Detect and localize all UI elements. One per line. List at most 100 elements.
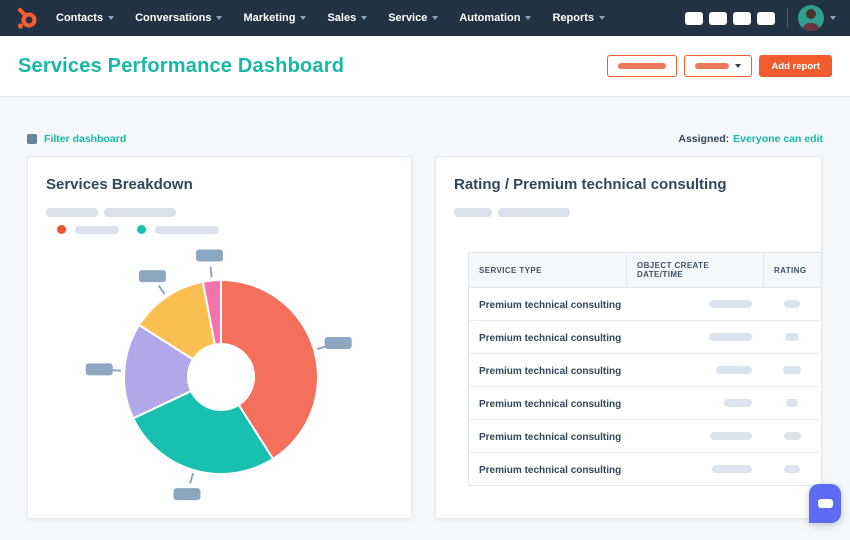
services-breakdown-card: Services Breakdown (27, 156, 412, 519)
nav-item-contacts[interactable]: Contacts (56, 12, 114, 24)
chevron-down-icon (216, 16, 222, 20)
redacted-data-label (196, 250, 223, 262)
nav-item-conversations[interactable]: Conversations (135, 12, 222, 24)
legend-item[interactable] (57, 225, 119, 234)
assigned-info: Assigned:Everyone can edit (678, 133, 823, 145)
chevron-down-icon (361, 16, 367, 20)
nav-item-label: Reports (552, 12, 594, 24)
nav-item-service[interactable]: Service (388, 12, 438, 24)
table-row: Premium technical consulting (469, 354, 822, 387)
dashboard-content: Filter dashboard Assigned:Everyone can e… (0, 97, 850, 519)
table-row: Premium technical consulting (469, 387, 822, 420)
column-header-rating[interactable]: RATING (764, 253, 822, 288)
redacted-date-value (709, 300, 752, 308)
card-title: Services Breakdown (46, 176, 193, 193)
toolbar-icon-1[interactable] (685, 12, 703, 25)
header-actions: Add report (607, 55, 832, 77)
data-label-leader-line (211, 267, 212, 276)
redacted-date-value (710, 432, 752, 440)
nav-item-label: Automation (459, 12, 520, 24)
page-title: Services Performance Dashboard (18, 55, 344, 78)
chevron-down-icon (108, 16, 114, 20)
nav-item-label: Conversations (135, 12, 211, 24)
cell-service-type: Premium technical consulting (479, 432, 621, 443)
page-header: Services Performance Dashboard Add repor… (0, 36, 850, 97)
toolbar-icon-4[interactable] (757, 12, 775, 25)
cell-service-type: Premium technical consulting (479, 399, 621, 410)
add-report-button[interactable]: Add report (759, 55, 832, 77)
redacted-rating-value (783, 366, 801, 374)
redacted-button-label (618, 63, 666, 69)
chevron-down-icon (830, 16, 836, 20)
column-header-create-date[interactable]: OBJECT CREATE DATE/TIME (627, 253, 764, 288)
cards-row: Services Breakdown Rating / Premium tech… (27, 156, 823, 519)
nav-item-reports[interactable]: Reports (552, 12, 605, 24)
nav-item-label: Contacts (56, 12, 103, 24)
toolbar-icon-3[interactable] (733, 12, 751, 25)
redacted-data-label (325, 337, 352, 349)
chevron-down-icon (599, 16, 605, 20)
nav-item-label: Sales (327, 12, 356, 24)
nav-item-label: Service (388, 12, 427, 24)
hubspot-sprocket-icon[interactable] (14, 5, 40, 31)
nav-item-sales[interactable]: Sales (327, 12, 367, 24)
toolbar-icon-2[interactable] (709, 12, 727, 25)
redacted-rating-value (784, 300, 800, 308)
redacted-data-label (86, 363, 113, 375)
cell-service-type: Premium technical consulting (479, 300, 621, 311)
header-action-dropdown[interactable] (684, 55, 752, 77)
redacted-data-label (139, 270, 166, 282)
redacted-rating-value (785, 333, 799, 341)
redacted-date-value (709, 333, 752, 341)
donut-chart (28, 243, 413, 515)
legend-color-dot (57, 225, 66, 234)
column-header-service-type[interactable]: SERVICE TYPE (469, 253, 627, 288)
nav-item-label: Marketing (243, 12, 295, 24)
legend-item[interactable] (137, 225, 219, 234)
cell-service-type: Premium technical consulting (479, 366, 621, 377)
redacted-legend-label (155, 226, 219, 234)
card-subtitle-redacted (454, 208, 570, 217)
filter-row: Filter dashboard Assigned:Everyone can e… (27, 133, 823, 145)
redacted-date-value (724, 399, 752, 407)
data-label-leader-line (190, 474, 193, 483)
card-title: Rating / Premium technical consulting (454, 176, 727, 193)
chat-bubble-icon (818, 499, 833, 508)
redacted-text-bar (104, 208, 176, 217)
redacted-legend-label (75, 226, 119, 234)
chart-legend (57, 225, 219, 234)
avatar-head (806, 9, 816, 19)
card-subtitle-redacted (46, 208, 176, 217)
nav-menu: Contacts Conversations Marketing Sales Servi… (56, 12, 626, 24)
filter-dashboard-label: Filter dashboard (44, 133, 126, 145)
cell-service-type: Premium technical consulting (479, 465, 621, 476)
cell-service-type: Premium technical consulting (479, 333, 621, 344)
chevron-down-icon (735, 64, 741, 68)
filter-icon (27, 134, 37, 144)
nav-right (679, 5, 836, 31)
avatar-body (802, 23, 820, 31)
chevron-down-icon (300, 16, 306, 20)
redacted-button-label (695, 63, 729, 69)
data-label-leader-line (159, 286, 164, 293)
user-avatar[interactable] (798, 5, 824, 31)
header-action-button-1[interactable] (607, 55, 677, 77)
redacted-text-bar (454, 208, 492, 217)
chevron-down-icon (432, 16, 438, 20)
filter-dashboard-link[interactable]: Filter dashboard (27, 133, 126, 145)
legend-color-dot (137, 225, 146, 234)
rating-card: Rating / Premium technical consulting SE… (435, 156, 822, 519)
chat-launcher-button[interactable] (809, 484, 841, 523)
table-row: Premium technical consulting (469, 453, 822, 486)
rating-table-body: Premium technical consulting Premium tech… (469, 288, 822, 486)
redacted-rating-value (786, 399, 798, 407)
top-nav: Contacts Conversations Marketing Sales Servi… (0, 0, 850, 36)
rating-table-wrap: SERVICE TYPE OBJECT CREATE DATE/TIME RAT… (468, 252, 821, 486)
redacted-date-value (712, 465, 752, 473)
table-row: Premium technical consulting (469, 321, 822, 354)
nav-item-marketing[interactable]: Marketing (243, 12, 306, 24)
rating-table: SERVICE TYPE OBJECT CREATE DATE/TIME RAT… (468, 252, 822, 486)
assigned-value-link[interactable]: Everyone can edit (733, 133, 823, 145)
redacted-rating-value (784, 432, 801, 440)
nav-item-automation[interactable]: Automation (459, 12, 531, 24)
